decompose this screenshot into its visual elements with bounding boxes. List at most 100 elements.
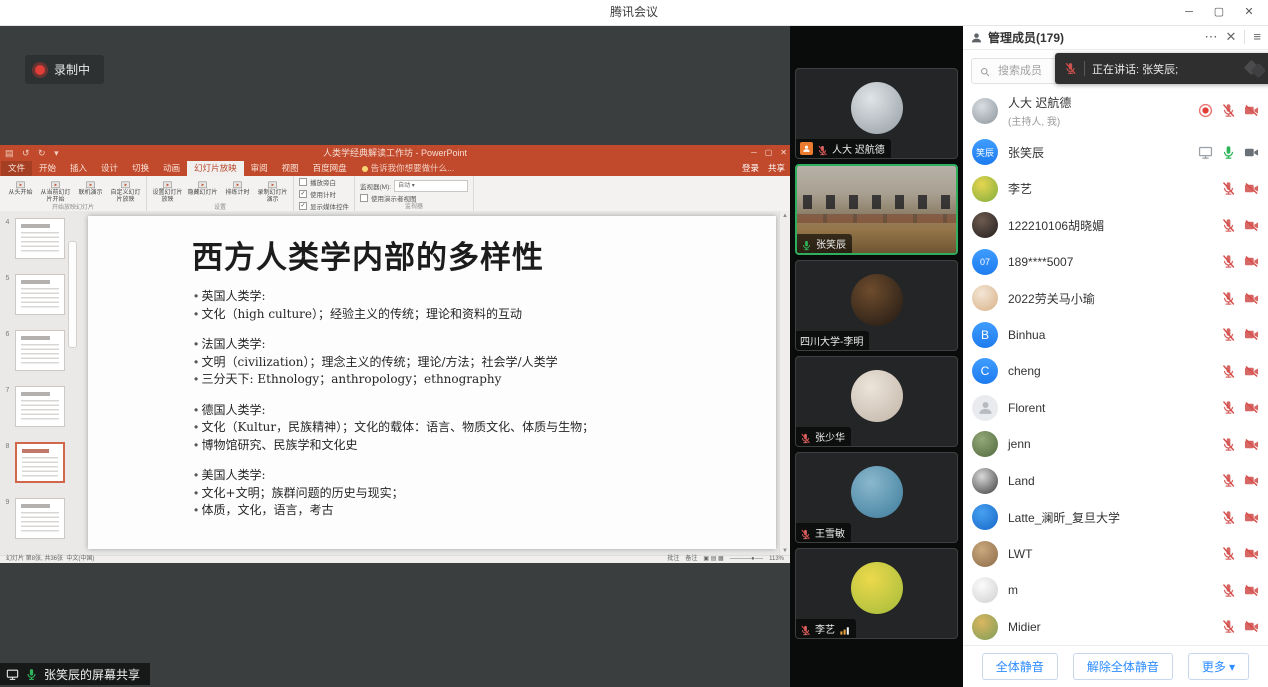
- mic-muted-icon[interactable]: [1221, 218, 1236, 233]
- cam-off-icon[interactable]: [1244, 218, 1259, 233]
- mute-all-button[interactable]: 全体静音: [982, 653, 1058, 680]
- mic-muted-icon[interactable]: [1221, 181, 1236, 196]
- ppt-tab[interactable]: 审阅: [244, 161, 275, 176]
- quick-access-toolbar[interactable]: ▤ ↺ ↻ ▾: [5, 145, 62, 161]
- member-row[interactable]: jenn: [972, 426, 1259, 463]
- ppt-tab[interactable]: 视图: [275, 161, 306, 176]
- cam-off-icon[interactable]: [1244, 254, 1259, 269]
- zoom-slider[interactable]: ─────●──: [730, 556, 763, 563]
- mic-muted-icon[interactable]: [1221, 546, 1236, 561]
- unmute-all-button[interactable]: 解除全体静音: [1073, 653, 1173, 680]
- member-row[interactable]: Ccheng: [972, 353, 1259, 390]
- mic-muted-icon[interactable]: [1221, 619, 1236, 634]
- video-tile[interactable]: 张少华: [795, 356, 958, 447]
- mic-muted-icon[interactable]: [1221, 364, 1236, 379]
- cam-off-icon[interactable]: [1244, 291, 1259, 306]
- ribbon-button[interactable]: 从头开始: [5, 177, 36, 197]
- cam-off-icon[interactable]: [1244, 103, 1259, 118]
- scroll-down-icon[interactable]: ▼: [782, 548, 788, 554]
- video-tile[interactable]: 王雪敏: [795, 452, 958, 543]
- ribbon-checkbox[interactable]: ✓显示媒体控件: [299, 201, 349, 211]
- ribbon-button[interactable]: 隐藏幻灯片: [187, 177, 218, 197]
- minimize-button[interactable]: ─: [1174, 0, 1204, 25]
- panel-close-icon[interactable]: ✕: [1226, 25, 1237, 49]
- ppt-restore-button[interactable]: ▢: [765, 145, 773, 161]
- signin-button[interactable]: 登录: [742, 161, 759, 176]
- ribbon-button[interactable]: 录制幻灯片演示: [257, 177, 288, 204]
- ribbon-button[interactable]: 从当前幻灯片开始: [40, 177, 71, 204]
- member-row[interactable]: 人大 迟航德(主持人, 我): [972, 87, 1259, 134]
- ppt-tab[interactable]: 开始: [32, 161, 63, 176]
- ribbon-checkbox[interactable]: ✓使用计时: [299, 189, 349, 199]
- mic-muted-icon[interactable]: [1221, 400, 1236, 415]
- ribbon-button[interactable]: 排练计时: [222, 177, 253, 197]
- ribbon-button[interactable]: 设置幻灯片放映: [152, 177, 183, 204]
- mic-muted-icon[interactable]: [1221, 473, 1236, 488]
- member-row[interactable]: BBinhua: [972, 317, 1259, 354]
- slide-thumbnail[interactable]: 9: [0, 498, 80, 539]
- cam-on-icon[interactable]: [1244, 145, 1259, 160]
- cam-off-icon[interactable]: [1244, 510, 1259, 525]
- mic-muted-icon[interactable]: [1221, 583, 1236, 598]
- member-row[interactable]: Midier: [972, 609, 1259, 646]
- mic-muted-icon[interactable]: [1221, 327, 1236, 342]
- mic-muted-icon[interactable]: [1221, 103, 1236, 118]
- ribbon-checkbox[interactable]: 播放旁白: [299, 177, 349, 187]
- mic-muted-icon[interactable]: [1221, 437, 1236, 452]
- ppt-minimize-button[interactable]: ─: [751, 145, 757, 161]
- ppt-close-button[interactable]: ✕: [780, 145, 787, 161]
- mic-on-icon[interactable]: [1221, 145, 1236, 160]
- cam-off-icon[interactable]: [1244, 181, 1259, 196]
- video-tile[interactable]: 人大 迟航德: [795, 68, 958, 159]
- mic-muted-icon[interactable]: [1221, 291, 1236, 306]
- cam-off-icon[interactable]: [1244, 546, 1259, 561]
- ppt-tab[interactable]: 幻灯片放映: [187, 161, 244, 176]
- member-row[interactable]: m: [972, 572, 1259, 609]
- cam-off-icon[interactable]: [1244, 619, 1259, 634]
- ppt-tab[interactable]: 动画: [156, 161, 187, 176]
- maximize-button[interactable]: ▢: [1204, 0, 1234, 25]
- mic-muted-icon[interactable]: [1221, 254, 1236, 269]
- ppt-tab[interactable]: 百度网盘: [306, 161, 354, 176]
- scroll-up-icon[interactable]: ▲: [782, 213, 788, 219]
- video-tile[interactable]: 李艺: [795, 548, 958, 639]
- panel-menu-icon[interactable]: ≡: [1253, 25, 1261, 49]
- ppt-tab[interactable]: 设计: [94, 161, 125, 176]
- member-row[interactable]: 笑辰张笑辰: [972, 134, 1259, 171]
- cam-off-icon[interactable]: [1244, 473, 1259, 488]
- member-row[interactable]: Land: [972, 463, 1259, 500]
- ppt-share-button[interactable]: 共享: [768, 161, 785, 176]
- slide-scrollbar[interactable]: ▲ ▼: [779, 211, 790, 556]
- slide-thumbnail[interactable]: 8: [0, 442, 80, 483]
- ribbon-button[interactable]: 联机演示: [75, 177, 106, 197]
- cam-off-icon[interactable]: [1244, 583, 1259, 598]
- cam-off-icon[interactable]: [1244, 327, 1259, 342]
- tell-me-box[interactable]: 告诉我你想要做什么...: [362, 161, 455, 176]
- close-button[interactable]: ✕: [1234, 0, 1264, 25]
- member-row[interactable]: 李艺: [972, 171, 1259, 208]
- member-row[interactable]: LWT: [972, 536, 1259, 573]
- view-icons[interactable]: ▣ ▤ ▦: [703, 556, 723, 563]
- ppt-tab[interactable]: 文件: [1, 161, 32, 176]
- cam-off-icon[interactable]: [1244, 437, 1259, 452]
- ribbon-checkbox[interactable]: 使用演示者视图: [360, 193, 468, 203]
- mic-muted-icon[interactable]: [1221, 510, 1236, 525]
- member-row[interactable]: Florent: [972, 390, 1259, 427]
- cam-off-icon[interactable]: [1244, 364, 1259, 379]
- ppt-tab[interactable]: 切换: [125, 161, 156, 176]
- video-tile[interactable]: 张笑辰: [795, 164, 958, 255]
- ppt-tab[interactable]: 插入: [63, 161, 94, 176]
- ribbon-button[interactable]: 自定义幻灯片放映: [110, 177, 141, 204]
- cam-off-icon[interactable]: [1244, 400, 1259, 415]
- comments-label[interactable]: 批注: [667, 556, 679, 563]
- member-row[interactable]: 2022劳关马小瑜: [972, 280, 1259, 317]
- member-row[interactable]: 07189****5007: [972, 244, 1259, 281]
- notes-label[interactable]: 备注: [685, 556, 697, 563]
- member-row[interactable]: Latte_澜昕_复旦大学: [972, 499, 1259, 536]
- member-row[interactable]: 122210106胡晓媚: [972, 207, 1259, 244]
- panel-more-icon[interactable]: ⋯: [1205, 25, 1218, 49]
- more-button[interactable]: 更多 ▾: [1188, 653, 1249, 680]
- video-tile[interactable]: 四川大学-李明: [795, 260, 958, 351]
- thumbnail-scrollbar[interactable]: [68, 241, 77, 348]
- monitor-dropdown[interactable]: 自动 ▾: [394, 180, 468, 192]
